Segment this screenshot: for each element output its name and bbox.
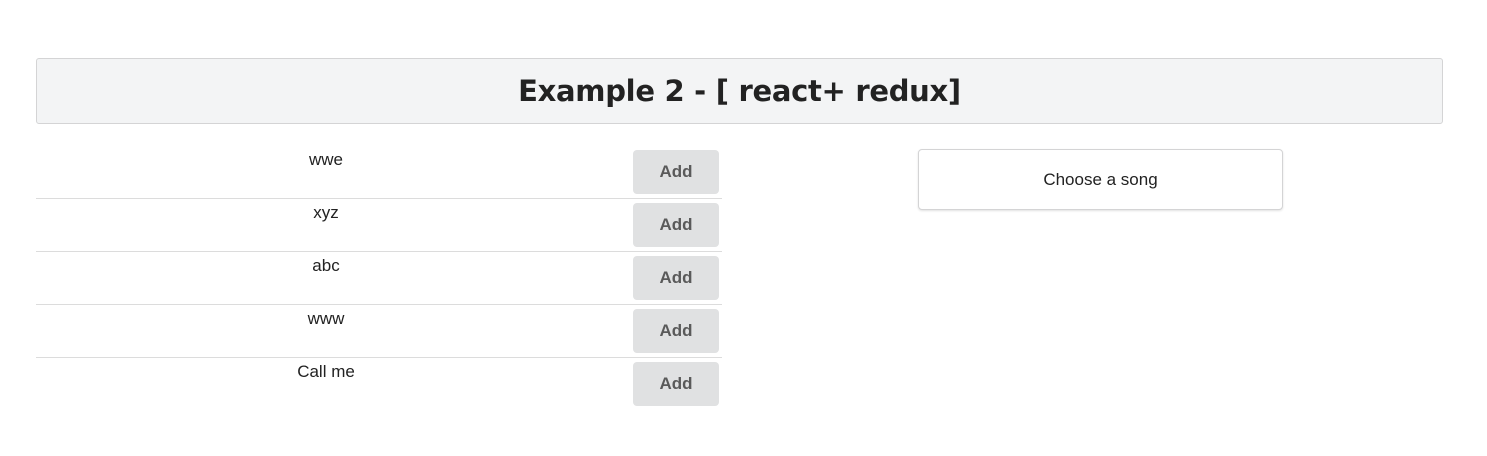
song-detail-placeholder: Choose a song [1043, 169, 1158, 189]
song-title: abc [312, 256, 340, 275]
song-list-item: xyz Add [36, 199, 722, 252]
page: Example 2 - [ react+ redux] wwe Add xyz … [0, 0, 1487, 456]
song-title: wwe [308, 150, 343, 169]
song-list-item: www Add [36, 305, 722, 358]
song-title: Call me [297, 362, 355, 381]
song-title: www [307, 309, 345, 328]
song-list-item: Call me Add [36, 358, 722, 411]
page-title: Example 2 - [ react+ redux] [518, 74, 961, 108]
song-title: xyz [313, 203, 339, 222]
song-detail-panel: Choose a song [918, 149, 1283, 210]
add-song-button[interactable]: Add [633, 309, 719, 353]
add-song-button[interactable]: Add [633, 150, 719, 194]
song-list-item: abc Add [36, 252, 722, 305]
song-list-item: wwe Add [36, 146, 722, 199]
add-song-button[interactable]: Add [633, 203, 719, 247]
add-song-button[interactable]: Add [633, 256, 719, 300]
page-header: Example 2 - [ react+ redux] [36, 58, 1443, 124]
add-song-button[interactable]: Add [633, 362, 719, 406]
song-list: wwe Add xyz Add abc Add www Add Call me … [36, 146, 722, 411]
